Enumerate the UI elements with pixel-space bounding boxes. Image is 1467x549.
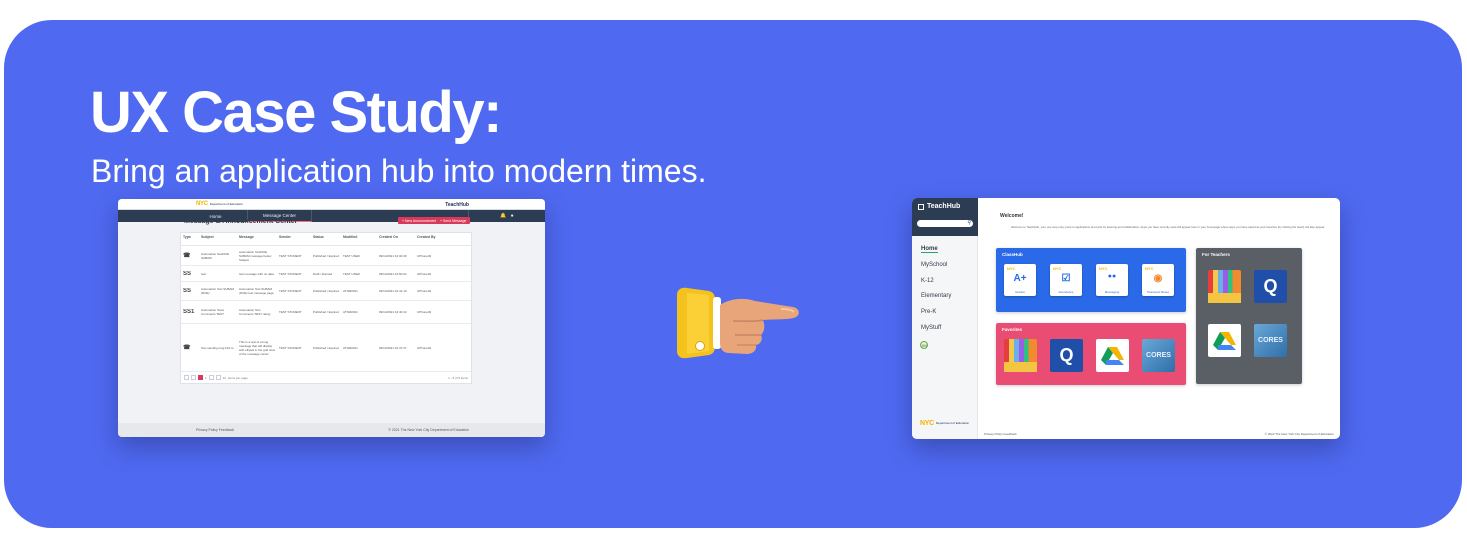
table-header: Type Subject Message Sender Status Modif… [181, 233, 471, 246]
old-nav-bar: Home Message Center 🔔 ● [118, 210, 545, 222]
user-avatar[interactable]: JM [920, 341, 928, 349]
attendance-icon: ☑ [1061, 273, 1071, 284]
col-subject[interactable]: Subject [199, 235, 237, 239]
col-sender[interactable]: Sender [277, 235, 311, 239]
attendance-tile[interactable]: NYC ☑ Attendance [1050, 264, 1082, 296]
table-row[interactable]: SS Automation Test SUBAM (DOE) Automatio… [181, 282, 471, 301]
books-app-icon[interactable] [1208, 270, 1241, 304]
message-table: Type Subject Message Sender Status Modif… [180, 232, 472, 384]
welcome-heading: Welcome! [1000, 213, 1024, 219]
cores-app-icon[interactable]: CORES [1254, 324, 1287, 357]
message-center-heading: Message & Announcement Center [184, 218, 298, 225]
nav-icons: 🔔 ● [469, 213, 545, 219]
col-created-on[interactable]: Created On [377, 235, 415, 239]
q-app-icon[interactable]: Q [1050, 339, 1083, 372]
table-pager: 1 10 items per page 1 - 5 of 5 items [181, 372, 471, 383]
for-teachers-title: For Teachers [1202, 252, 1230, 257]
new-brand-name: TeachHub [927, 203, 961, 210]
old-brand-name: TeachHub [445, 202, 469, 208]
sidebar: Home MySchool K-12 Elementary Pre-K MySt… [912, 236, 978, 439]
table-row[interactable]: ☎ Test sending long bird to This is a te… [181, 324, 471, 372]
footer-links[interactable]: Privacy Policy Feedback [984, 432, 1017, 436]
cores-app-icon[interactable]: CORES [1142, 339, 1175, 372]
grades-icon: A+ [1013, 273, 1027, 284]
table-row[interactable]: ☎ Automation TestDOE SUBAM Automation Te… [181, 246, 471, 266]
nyc-logo-mark: NYC [920, 420, 934, 427]
col-created-by[interactable]: Created By [415, 235, 455, 239]
nyc-logo-sub: Department of Education [209, 201, 243, 206]
row-type-icon: ☎ [183, 345, 191, 351]
row-type-icon: ☎ [183, 253, 191, 259]
row-type-icon: SS [183, 270, 192, 277]
password-reset-tile[interactable]: NYC ◉ Password Reset [1142, 264, 1174, 296]
google-drive-icon[interactable] [1208, 324, 1241, 357]
menu-icon[interactable] [918, 203, 924, 210]
classhub-title: ClassHub [1002, 252, 1023, 257]
sidebar-item-mystuff[interactable]: MyStuff [921, 325, 941, 331]
pager-last-button[interactable] [215, 375, 221, 380]
old-top-bar: NYC Department of Education TeachHub [118, 199, 545, 210]
new-brand: TeachHub [918, 203, 960, 210]
search-icon[interactable]: ⚲ [967, 220, 971, 226]
welcome-text: Welcome to TeachHub, your one stop entry… [1011, 225, 1325, 229]
sidebar-item-k12[interactable]: K-12 [921, 278, 934, 284]
sidebar-item-home[interactable]: Home [921, 246, 938, 253]
search-input[interactable]: ⚲ [917, 220, 973, 227]
for-teachers-panel: For Teachers Q CORES [1196, 248, 1302, 384]
row-type-icon: SS1 [183, 309, 195, 315]
col-status[interactable]: Status [311, 235, 341, 239]
nyc-logo-sub: Department of Education [935, 421, 970, 425]
messaging-icon: ●● [1107, 273, 1117, 280]
nyc-logo-mark: NYC [196, 201, 208, 207]
bell-icon[interactable]: 🔔 [500, 213, 506, 219]
pointing-hand-icon [677, 287, 799, 359]
pager-first-button[interactable] [184, 375, 189, 380]
pager-current-page[interactable] [198, 375, 203, 380]
user-icon[interactable]: ● [511, 213, 514, 219]
footer-copyright: © 2021 The New York City Department of E… [388, 428, 469, 432]
main-content: Welcome! Welcome to TeachHub, your one s… [978, 198, 1340, 439]
classhub-panel: ClassHub NYC A+ Grades NYC ☑ Attendance … [996, 248, 1186, 312]
footer-links[interactable]: Privacy Policy Feedback [196, 428, 234, 432]
password-reset-icon: ◉ [1153, 273, 1163, 284]
pager-prev-button[interactable] [191, 375, 196, 380]
table-row[interactable]: SS test test message with no data TEST S… [181, 266, 471, 282]
row-type-icon: SS [183, 288, 192, 294]
footer-copyright: © 2022 The New York City Department of E… [1264, 432, 1334, 436]
q-app-icon[interactable]: Q [1254, 270, 1287, 303]
sidebar-item-myschool[interactable]: MySchool [921, 262, 947, 268]
table-row[interactable]: SS1 Automation Tests Comments TEST Autom… [181, 301, 471, 324]
favorites-title: Favorites [1002, 327, 1023, 332]
nyc-doe-logo: NYC Department of Education [196, 201, 243, 207]
new-header: TeachHub ⚲ [912, 198, 978, 236]
google-drive-icon[interactable] [1096, 339, 1129, 372]
messaging-tile[interactable]: NYC ●● Messaging [1096, 264, 1128, 296]
per-page-label: items per page [228, 375, 248, 380]
sidebar-item-prek[interactable]: Pre-K [921, 309, 936, 315]
nyc-doe-logo: NYC Department of Education [920, 420, 969, 427]
pager-page-number: 1 [205, 375, 207, 380]
page-title: UX Case Study: [90, 80, 502, 145]
col-type[interactable]: Type [181, 235, 199, 239]
sidebar-item-elementary[interactable]: Elementary [921, 293, 951, 299]
send-message-button[interactable]: + Send Message [436, 217, 471, 224]
books-app-icon[interactable] [1004, 339, 1037, 373]
per-page-select[interactable]: 10 [223, 376, 226, 380]
pager-next-button[interactable] [208, 375, 214, 380]
new-announcement-button[interactable]: + New Announcement [398, 217, 441, 224]
col-message[interactable]: Message [237, 235, 277, 239]
favorites-panel: Favorites Q CORES [996, 323, 1186, 385]
page-subtitle: Bring an application hub into modern tim… [91, 153, 707, 189]
pager-summary: 1 - 5 of 5 items [448, 375, 468, 380]
new-ui-screenshot: TeachHub ⚲ Home MySchool K-12 Elementary… [912, 198, 1340, 439]
col-modified[interactable]: Modified [341, 235, 377, 239]
grades-tile[interactable]: NYC A+ Grades [1004, 264, 1036, 296]
old-ui-screenshot: NYC Department of Education TeachHub Hom… [118, 199, 545, 437]
old-footer: Privacy Policy Feedback © 2021 The New Y… [118, 423, 545, 437]
